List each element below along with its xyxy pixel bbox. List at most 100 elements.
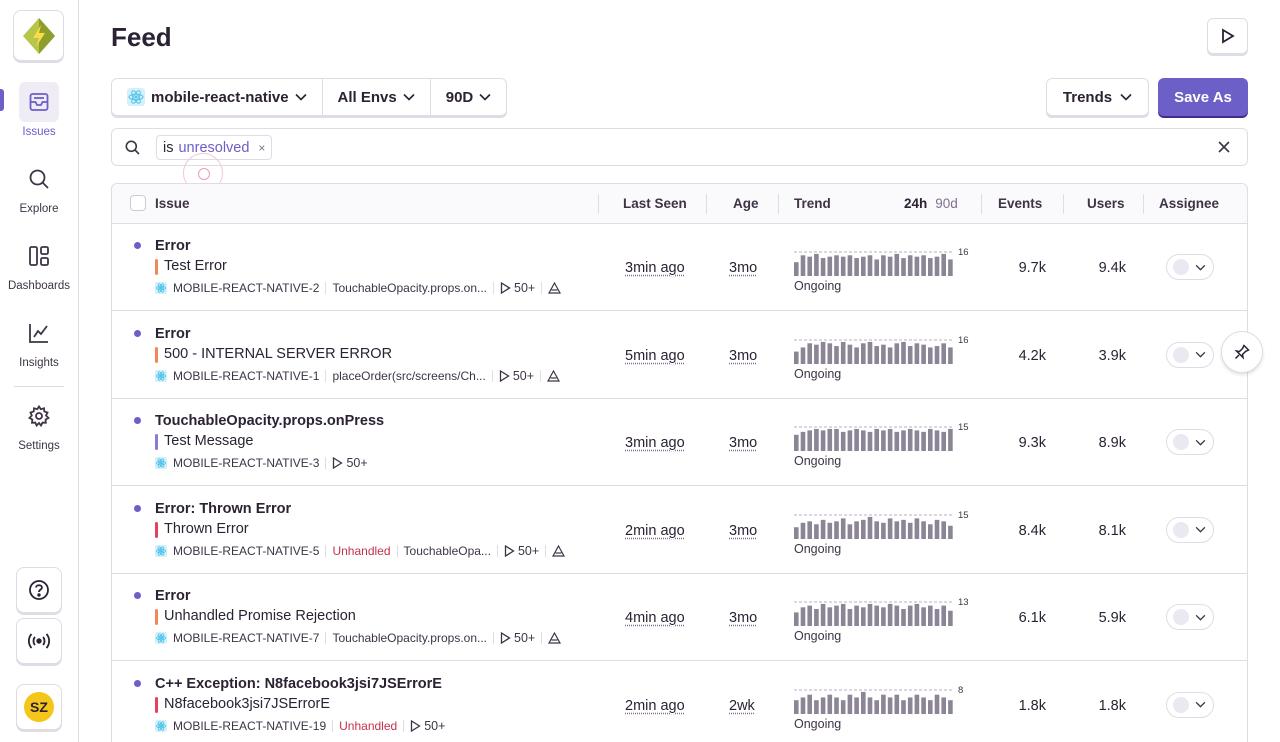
assignee-selector[interactable] [1166,516,1214,543]
trend-bar [894,605,900,626]
status-label: Ongoing [794,366,842,381]
trend-bar [901,258,906,276]
trend-bar [907,605,913,626]
assignee-selector[interactable] [1166,691,1214,718]
unhandled-badge: Unhandled [332,543,391,558]
trend-bar [847,255,853,276]
issue-message: Test Message [155,433,253,450]
trend-bar [914,517,920,539]
assignee-selector[interactable] [1166,604,1214,630]
trend-bar [934,609,940,626]
trend-bar [807,342,812,364]
trend-bar [834,345,839,364]
short-id[interactable]: MOBILE-REACT-NATIVE-19 [173,719,326,733]
sidebar-item-dashboards[interactable]: Dashboards [0,236,78,292]
trend-bar [921,255,926,276]
assignee-selector[interactable] [1166,429,1214,455]
short-id[interactable]: MOBILE-REACT-NATIVE-1 [173,369,319,383]
unread-dot [134,417,141,424]
close-icon[interactable] [1217,140,1231,154]
search-bar[interactable]: is unresolved × [111,128,1248,166]
trend-bar [948,610,953,626]
col-events[interactable]: Events [998,196,1042,211]
help-button[interactable] [16,567,62,613]
assignee-selector[interactable] [1166,341,1214,368]
assignee-placeholder-icon [1173,696,1189,713]
env-selector[interactable]: All Envs [323,79,431,115]
chevron-down-icon [1195,439,1206,446]
assignee-selector[interactable] [1166,254,1214,280]
env-label: All Envs [337,88,397,106]
trend-bar [800,431,806,451]
trend-bar [934,345,940,364]
app-logo[interactable] [13,10,64,61]
broadcasts-button[interactable] [16,618,62,664]
dashboards-icon [29,246,49,266]
issue-title[interactable]: Error [155,326,190,342]
trend-bar [800,607,806,626]
sidebar-item-explore[interactable]: Explore [0,159,78,215]
token-value[interactable]: unresolved [178,140,249,156]
col-trend[interactable]: Trend [794,196,831,211]
trend-bar [914,256,920,276]
sidebar-item-settings[interactable]: Settings [0,396,78,452]
logo-icon [22,17,55,54]
col-age[interactable]: Age [733,196,759,211]
trend-90d-option[interactable]: 90d [935,196,958,211]
assignee-placeholder-icon [1173,259,1189,275]
trend-bar [840,699,846,714]
trend-bar [948,428,953,451]
sidebar-item-insights[interactable]: Insights [0,313,78,369]
issue-meta: MOBILE-REACT-NATIVE-5 Unhandled TouchableO… [155,543,566,558]
col-users[interactable]: Users [1087,196,1125,211]
issue-title[interactable]: Error: Thrown Error [155,501,291,517]
chevron-down-icon [1195,614,1206,621]
col-last-seen[interactable]: Last Seen [623,196,687,211]
trend-period-toggle[interactable]: 24h 90d [904,196,958,211]
trend-bar [914,694,920,714]
token-remove-icon[interactable]: × [258,141,265,155]
user-menu-button[interactable]: SZ [16,684,62,730]
table-row[interactable]: C++ Exception: N8facebook3jsi7JSErrorE N8… [112,662,1247,742]
table-row[interactable]: Error: Thrown Error Thrown Error MOBILE-RE… [112,487,1247,574]
trends-dropdown[interactable]: Trends [1046,78,1149,116]
issue-title[interactable]: Error [155,588,190,604]
project-selector[interactable]: mobile-react-native [112,79,323,115]
trend-bar [854,428,859,451]
replay-count[interactable]: 50+ [500,281,535,295]
trend-bar [941,520,946,539]
chevron-down-icon [294,93,307,101]
table-row[interactable]: Error 500 - INTERNAL SERVER ERROR MOBILE-R… [112,312,1247,399]
issue-title[interactable]: Error [155,238,190,254]
trend-bar [921,696,926,714]
pin-button[interactable] [1221,331,1263,373]
short-id[interactable]: MOBILE-REACT-NATIVE-2 [173,281,319,295]
replay-count[interactable]: 50+ [504,544,539,558]
trend-24h-option[interactable]: 24h [904,196,927,211]
table-row[interactable]: TouchableOpacity.props.onPress Test Messa… [112,399,1247,486]
replay-count[interactable]: 50+ [499,369,534,383]
replay-count[interactable]: 50+ [500,631,535,645]
sidebar-item-issues[interactable]: Issues [0,82,78,138]
replay-count[interactable]: 50+ [332,456,368,470]
trend-bar [867,603,873,626]
replay-icon [500,632,511,644]
period-selector[interactable]: 90D [431,79,507,115]
short-id[interactable]: MOBILE-REACT-NATIVE-3 [173,456,319,470]
save-as-button[interactable]: Save As [1158,78,1248,116]
replay-count[interactable]: 50+ [410,719,445,733]
short-id[interactable]: MOBILE-REACT-NATIVE-5 [173,544,319,558]
table-row[interactable]: Error Unhandled Promise Rejection MOBILE-R… [112,574,1247,661]
trend-bar [820,258,826,276]
trend-bar [814,253,819,276]
short-id[interactable]: MOBILE-REACT-NATIVE-7 [173,631,319,645]
issue-title[interactable]: TouchableOpacity.props.onPress [155,413,384,429]
trend-bar [901,341,906,364]
issue-title[interactable]: C++ Exception: N8facebook3jsi7JSErrorE [155,676,442,692]
meta-divider [493,282,495,294]
play-button[interactable] [1207,18,1248,54]
table-row[interactable]: Error Test Error MOBILE-REACT-NATIVE-2 Touc… [112,224,1247,311]
trend-bar [934,519,940,539]
trend-bar [867,516,873,539]
select-all-checkbox[interactable] [130,195,146,211]
